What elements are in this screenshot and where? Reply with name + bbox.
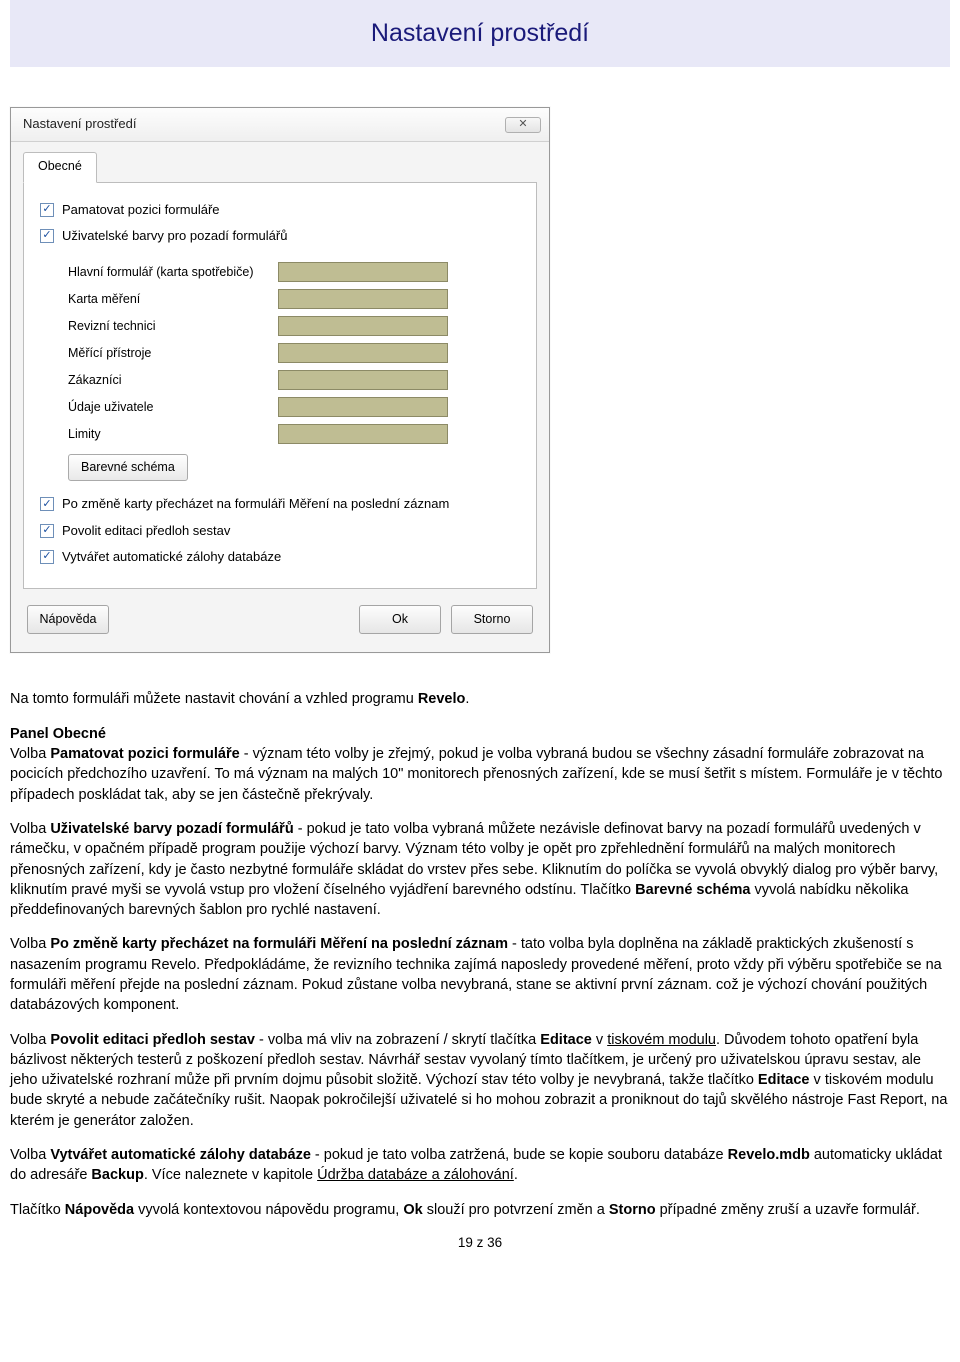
color-swatch[interactable] [278,343,448,363]
color-label: Údaje uživatele [68,399,278,417]
checkbox-label: Po změně karty přecházet na formuláři Mě… [62,495,449,513]
color-swatch[interactable] [278,316,448,336]
checkbox-label: Uživatelské barvy pro pozadí formulářů [62,227,287,245]
color-label: Zákazníci [68,372,278,390]
color-row-instruments: Měřící přístroje [68,340,520,367]
document-body: Na tomto formuláři můžete nastavit chová… [10,689,950,1220]
color-swatch[interactable] [278,370,448,390]
paragraph-goto-last: Volba Po změně karty přecházet na formul… [10,934,950,1015]
link-maintenance[interactable]: Údržba databáze a zálohování [317,1167,514,1183]
check-icon: ✓ [40,203,54,217]
check-icon: ✓ [40,550,54,564]
page-title: Nastavení prostředí [10,0,950,67]
color-row-technicians: Revizní technici [68,313,520,340]
color-row-user-data: Údaje uživatele [68,394,520,421]
cancel-button[interactable]: Storno [451,605,533,635]
color-row-limits: Limity [68,421,520,448]
color-label: Revizní technici [68,318,278,336]
paragraph-buttons: Tlačítko Nápověda vyvolá kontextovou náp… [10,1200,950,1220]
paragraph-allow-edit: Volba Povolit editaci předloh sestav - v… [10,1030,950,1131]
color-group: Hlavní formulář (karta spotřebiče) Karta… [40,249,520,492]
color-swatch[interactable] [278,289,448,309]
checkbox-label: Vytvářet automatické zálohy databáze [62,548,281,566]
color-row-customers: Zákazníci [68,367,520,394]
paragraph-panel-general: Panel Obecné Volba Pamatovat pozici form… [10,724,950,805]
check-icon: ✓ [40,497,54,511]
link-print-module[interactable]: tiskovém modulu [607,1032,716,1048]
checkbox-remember-position[interactable]: ✓ Pamatovat pozici formuláře [40,197,520,223]
page-number: 19 z 36 [10,1234,950,1253]
color-swatch[interactable] [278,424,448,444]
checkbox-goto-last-record[interactable]: ✓ Po změně karty přecházet na formuláři … [40,491,520,517]
color-scheme-button[interactable]: Barevné schéma [68,454,188,482]
color-swatch[interactable] [278,397,448,417]
tab-general[interactable]: Obecné [23,152,97,183]
paragraph-auto-backup: Volba Vytvářet automatické zálohy databá… [10,1145,950,1186]
checkbox-label: Povolit editaci předloh sestav [62,522,230,540]
dialog-titlebar: Nastavení prostředí ✕ [11,108,549,142]
help-button[interactable]: Nápověda [27,605,109,635]
check-icon: ✓ [40,229,54,243]
checkbox-user-colors[interactable]: ✓ Uživatelské barvy pro pozadí formulářů [40,223,520,249]
checkbox-label: Pamatovat pozici formuláře [62,201,220,219]
color-label: Měřící přístroje [68,345,278,363]
color-label: Hlavní formulář (karta spotřebiče) [68,264,278,282]
paragraph-user-colors: Volba Uživatelské barvy pozadí formulářů… [10,819,950,920]
paragraph-intro: Na tomto formuláři můžete nastavit chová… [10,689,950,709]
checkbox-allow-template-edit[interactable]: ✓ Povolit editaci předloh sestav [40,518,520,544]
dialog-title: Nastavení prostředí [23,115,505,133]
ok-button[interactable]: Ok [359,605,441,635]
close-icon[interactable]: ✕ [505,117,541,133]
color-label: Karta měření [68,291,278,309]
color-row-measurement: Karta měření [68,286,520,313]
check-icon: ✓ [40,524,54,538]
color-row-main-form: Hlavní formulář (karta spotřebiče) [68,259,520,286]
color-swatch[interactable] [278,262,448,282]
settings-dialog: Nastavení prostředí ✕ Obecné ✓ Pamatovat… [10,107,550,653]
color-label: Limity [68,426,278,444]
checkbox-auto-backup[interactable]: ✓ Vytvářet automatické zálohy databáze [40,544,520,570]
